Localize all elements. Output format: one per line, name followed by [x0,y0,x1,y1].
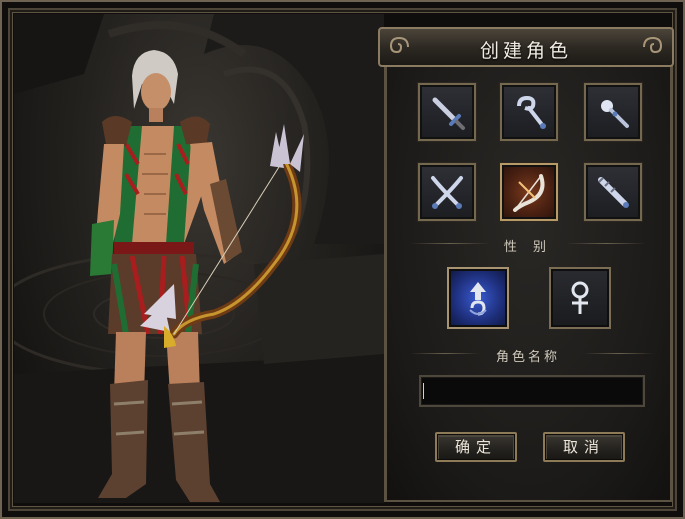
female-symbol-icon [571,281,589,314]
crossed-daggers-icon [431,176,463,209]
class-button-warrior[interactable] [418,83,476,141]
scepter-icon [598,177,629,208]
scroll-ornament-icon [643,36,663,54]
class-button-mage[interactable] [584,83,642,141]
class-button-summoner[interactable] [500,83,558,141]
cancel-button[interactable]: 取消 [543,432,625,462]
text-caret [423,383,424,399]
character-name-label: 角色名称 [495,350,560,365]
magic-wand-icon [601,100,629,128]
male-symbol-icon [469,282,487,316]
bow-icon [513,174,545,212]
panel-title: 创建角色 [479,40,572,62]
panel-title-bar: 创建角色 [378,27,674,67]
gender-button-male[interactable] [447,267,509,329]
staff-hook-icon [517,95,546,129]
class-button-priest[interactable] [584,163,642,221]
class-button-archer[interactable] [500,163,558,221]
character-model-archer [90,50,304,502]
divider [584,353,654,354]
sword-icon [432,97,465,130]
character-name-input[interactable] [419,375,645,407]
gender-label: 性 别 [503,240,553,255]
gender-button-female[interactable] [549,267,611,329]
character-preview [14,14,384,503]
confirm-button[interactable]: 确定 [435,432,517,462]
divider [566,243,646,244]
class-button-assassin[interactable] [418,163,476,221]
